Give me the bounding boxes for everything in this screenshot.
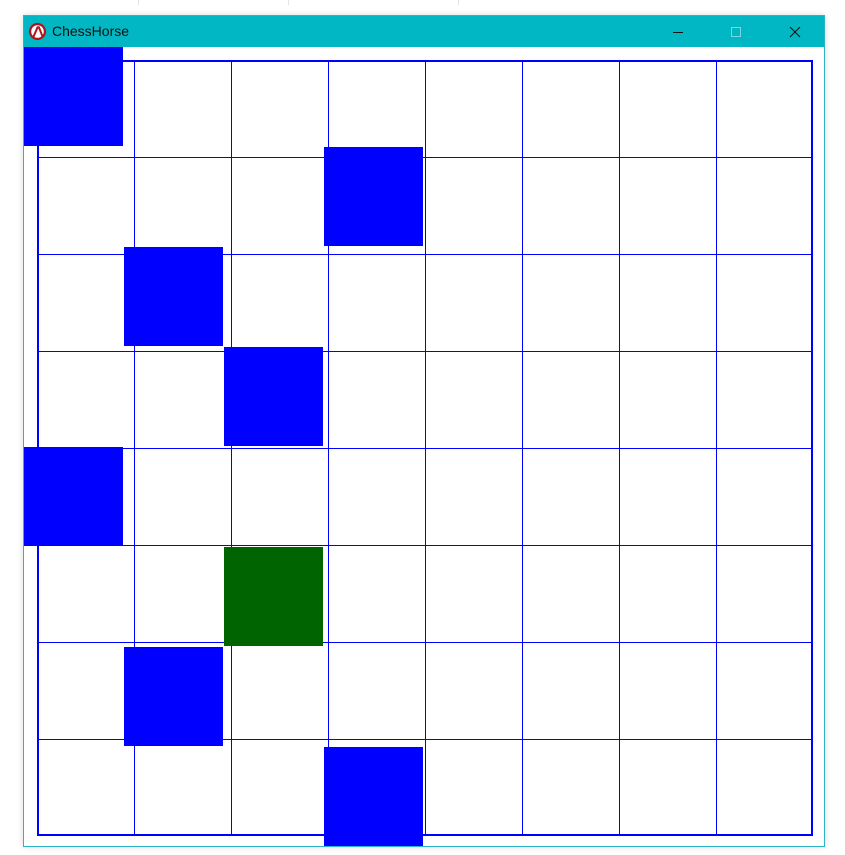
app-window: ChessHorse [23, 15, 825, 847]
minimize-icon [673, 31, 683, 33]
grid-line-horizontal [37, 642, 813, 643]
desktop-divider [138, 0, 139, 5]
visited-square [224, 347, 323, 446]
desktop-divider [458, 0, 459, 5]
racket-icon [29, 23, 46, 40]
close-button[interactable] [766, 16, 824, 47]
visited-square [324, 747, 423, 846]
visited-square [124, 647, 223, 746]
minimize-button[interactable] [649, 16, 707, 47]
maximize-icon [731, 26, 741, 37]
visited-square [324, 147, 423, 246]
close-icon [789, 26, 801, 37]
visited-square [24, 47, 123, 146]
desktop-divider [288, 0, 289, 5]
chess-canvas[interactable] [24, 47, 824, 846]
grid-line-horizontal [37, 351, 813, 352]
visited-square [124, 247, 223, 346]
visited-square [24, 447, 123, 546]
window-title: ChessHorse [52, 23, 130, 39]
grid-line-horizontal [37, 448, 813, 449]
grid-line-horizontal [37, 157, 813, 158]
maximize-button [707, 16, 765, 47]
knight-current-square [224, 547, 323, 646]
grid-line-horizontal [37, 545, 813, 546]
desktop-background [0, 0, 845, 14]
title-bar[interactable]: ChessHorse [24, 16, 824, 47]
